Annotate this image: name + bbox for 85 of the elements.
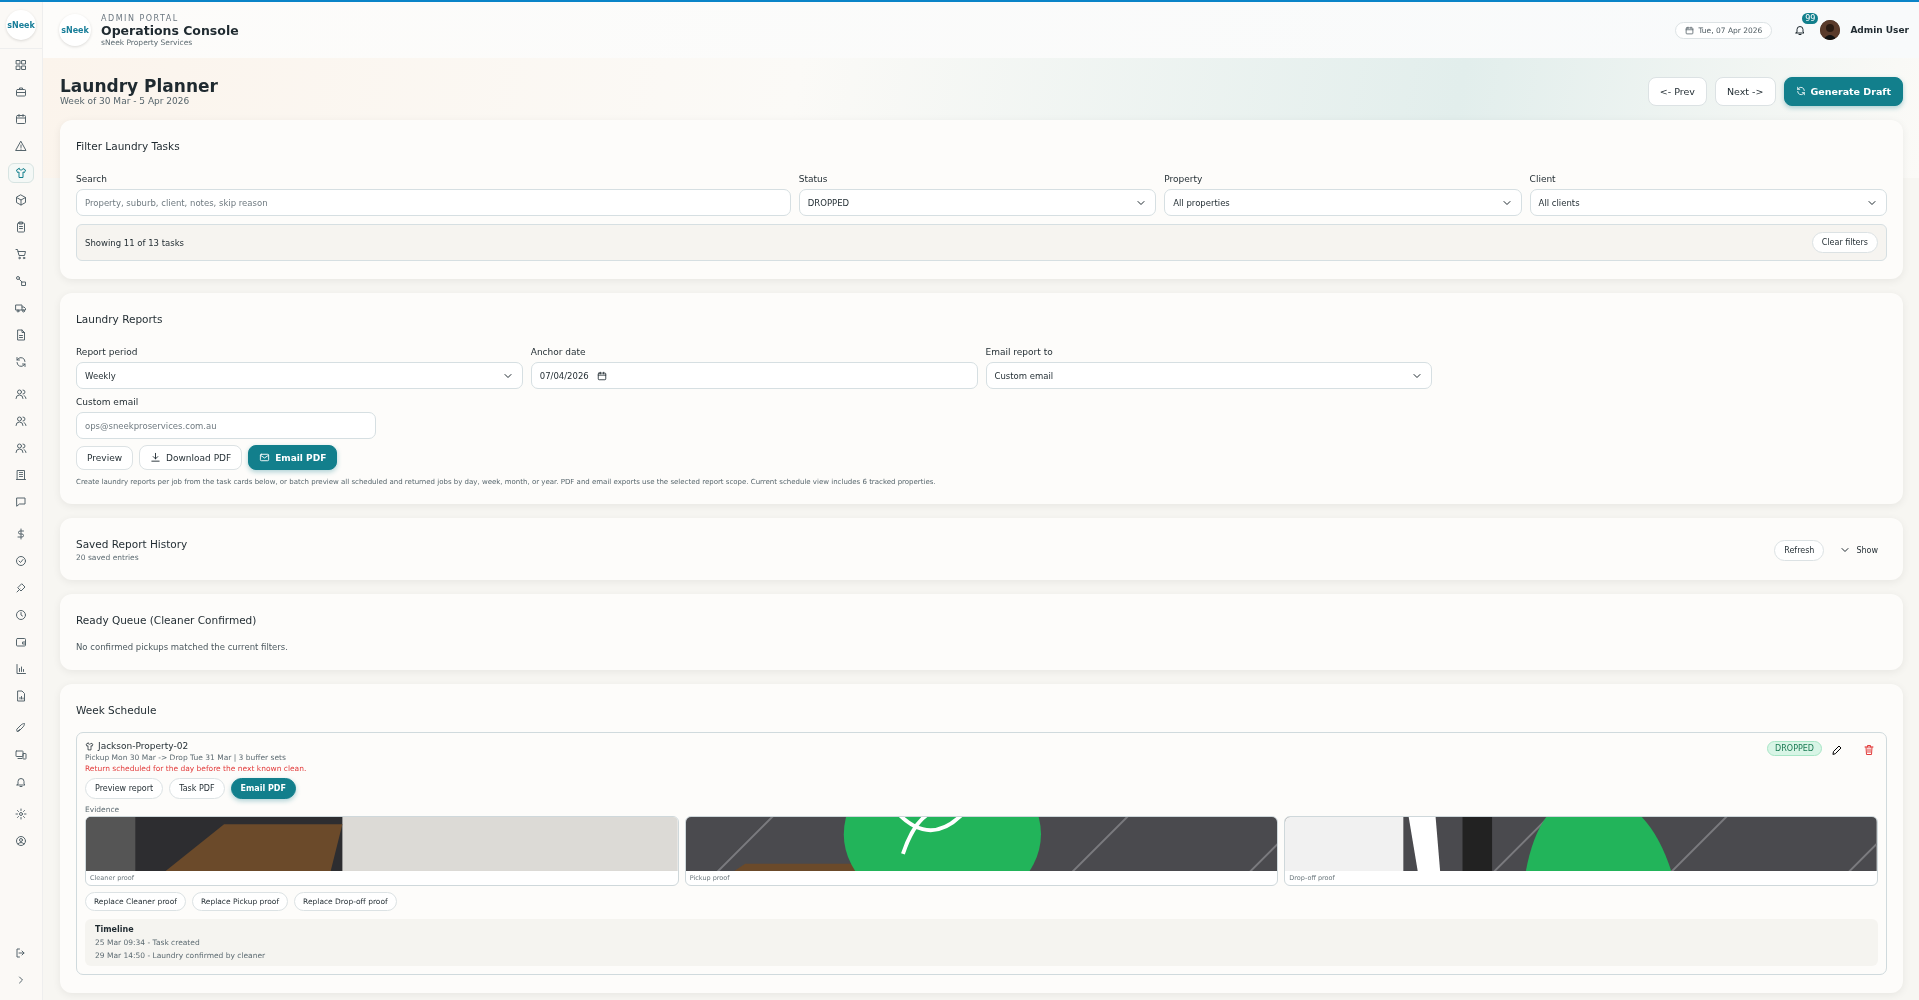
page-title: Laundry Planner <box>60 76 218 96</box>
cart-icon <box>15 248 27 260</box>
field-label: Property <box>1164 174 1204 184</box>
field-label: Anchor date <box>530 347 587 357</box>
users-icon <box>15 415 27 427</box>
dollar-icon <box>15 528 27 540</box>
logo[interactable]: sNeek <box>6 10 36 40</box>
field-label: Report period <box>76 347 139 357</box>
field-label: Custom email <box>76 397 140 407</box>
report-button[interactable]: Download PDF <box>139 445 243 470</box>
calendar-icon <box>596 370 607 381</box>
show-toggle[interactable]: Show <box>1830 539 1887 561</box>
field-label: Email report to <box>985 347 1054 357</box>
clipboard-icon <box>15 221 27 233</box>
settings-icon <box>15 808 27 820</box>
briefcase-icon <box>15 86 27 98</box>
truck-icon <box>15 302 27 314</box>
report-button[interactable]: Preview <box>76 445 134 470</box>
task-button[interactable]: Task PDF <box>169 778 225 799</box>
shirt-icon <box>85 741 94 751</box>
user-name[interactable]: Admin User <box>1850 25 1909 35</box>
calendar-icon <box>1685 25 1695 35</box>
sidebar-item[interactable] <box>8 163 34 183</box>
users-icon <box>15 388 27 400</box>
mail-icon <box>259 452 271 463</box>
empty-message: No confirmed pickups matched the current filters. <box>76 642 289 652</box>
logout-icon <box>15 947 27 959</box>
results-count: Showing 11 of 13 tasks <box>85 237 185 248</box>
dropdown[interactable]: Weekly <box>76 362 523 389</box>
search-field[interactable]: Property, suburb, client, notes, skip reason <box>76 189 791 216</box>
devices-icon <box>15 749 27 761</box>
card-title: Saved Report History <box>76 538 188 550</box>
refresh-button[interactable]: Refresh <box>1774 539 1825 561</box>
field-label: Client <box>1529 174 1557 184</box>
building-icon <box>15 469 27 481</box>
check-circle-icon <box>15 555 27 567</box>
card-title: Week Schedule <box>76 704 158 716</box>
task-button[interactable]: Preview report <box>85 778 164 799</box>
bar-chart-icon <box>15 663 27 675</box>
notification-badge: 99 <box>1802 13 1819 24</box>
dropdown[interactable]: All properties <box>1164 189 1522 216</box>
dropdown[interactable]: Custom email <box>985 362 1433 389</box>
eyebrow-text: ADMIN PORTAL <box>101 13 180 23</box>
report-button[interactable]: Email PDF <box>248 445 338 470</box>
download-icon <box>150 452 162 463</box>
nav-button[interactable]: Next -> <box>1714 76 1776 106</box>
nav-button[interactable]: Generate Draft <box>1783 76 1903 106</box>
field-label: Search <box>76 174 108 184</box>
refresh-icon <box>1795 86 1806 96</box>
nav-button[interactable]: <- Prev <box>1647 76 1707 106</box>
refresh-icon <box>15 356 27 368</box>
trash-icon <box>1863 744 1875 756</box>
date-field[interactable]: 07/04/2026 <box>530 362 978 389</box>
clock-icon <box>15 609 27 621</box>
bell-icon <box>15 776 27 788</box>
document-icon <box>15 329 27 341</box>
timeline-title: Timeline <box>95 925 135 934</box>
dashboard-icon <box>15 59 27 71</box>
email-field[interactable]: ops@sneekproservices.com.au <box>76 412 376 439</box>
users-icon <box>15 442 27 454</box>
clear-filters-button[interactable]: Clear filters <box>1811 232 1878 253</box>
bell-icon <box>1794 24 1807 36</box>
card-title: Laundry Reports <box>76 313 164 325</box>
dropdown[interactable]: DROPPED <box>798 189 1157 216</box>
field-label: Status <box>798 174 829 184</box>
box-icon <box>15 194 27 206</box>
dropdown[interactable]: All clients <box>1529 189 1887 216</box>
shirt-icon <box>15 167 27 179</box>
card-title: Ready Queue (Cleaner Confirmed) <box>76 614 258 626</box>
app-title: Operations Console <box>101 22 239 38</box>
warning-icon <box>15 140 27 152</box>
calendar-icon <box>15 113 27 125</box>
task-name: Jackson-Property-02 <box>98 741 189 751</box>
logo: sNeek <box>59 14 91 46</box>
card-title: Filter Laundry Tasks <box>76 140 181 152</box>
avatar[interactable] <box>1820 20 1841 40</box>
user-circle-icon <box>15 835 27 847</box>
status-badge: DROPPED <box>1767 741 1822 756</box>
report-icon <box>15 690 27 702</box>
pencil-icon <box>1831 744 1843 756</box>
wallet-icon <box>15 636 27 648</box>
page-subtitle: Week of 30 Mar - 5 Apr 2026 <box>60 96 191 106</box>
task-button[interactable]: Email PDF <box>230 778 296 799</box>
chat-icon <box>15 496 27 508</box>
shapes-icon <box>15 275 27 287</box>
